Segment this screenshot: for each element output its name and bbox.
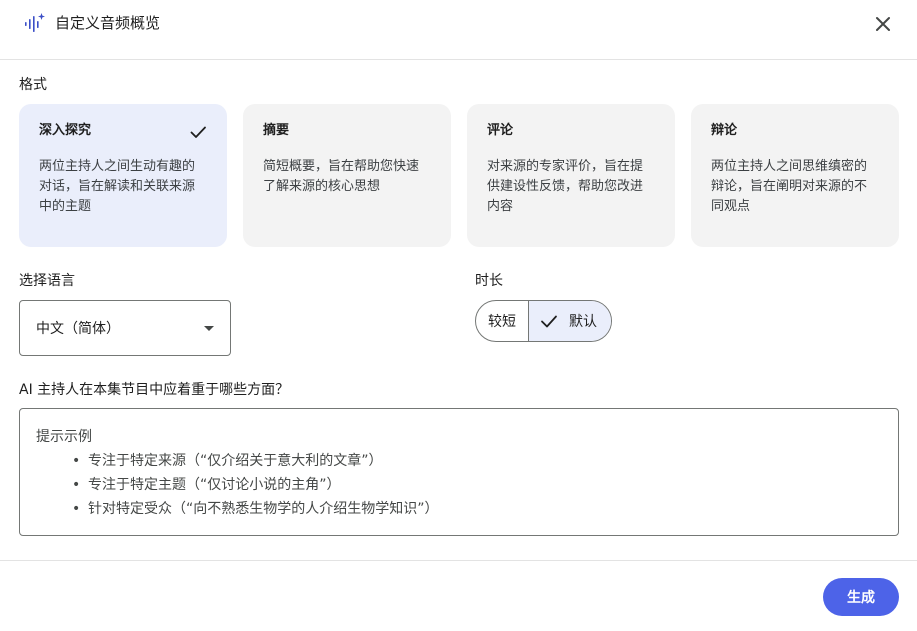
card-description: 对来源的专家评价，旨在提供建设性反馈，帮助您改进内容 [487, 159, 644, 214]
generate-button[interactable]: 生成 [823, 578, 899, 616]
hint-item: 专注于特定来源（“仅介绍关于意大利的文章”） [72, 449, 882, 473]
format-card-critique[interactable]: 评论 对来源的专家评价，旨在提供建设性反馈，帮助您改进内容 [467, 104, 675, 247]
language-select[interactable]: 中文（简体） [19, 300, 231, 356]
length-label: 时长 [475, 273, 503, 289]
check-icon [190, 126, 206, 138]
hint-item: 针对特定受众（“向不熟悉生物学的人介绍生物学知识”） [72, 497, 882, 521]
card-title: 深入探究 [39, 123, 92, 138]
card-description: 两位主持人之间思维缜密的辩论，旨在阐明对来源的不同观点 [711, 159, 868, 214]
dropdown-arrow-icon [204, 325, 214, 331]
length-segmented-control: 较短 默认 [475, 300, 612, 342]
format-label: 格式 [19, 77, 47, 93]
format-card-summary[interactable]: 摘要 简短概要，旨在帮助您快速了解来源的核心思想 [243, 104, 451, 247]
footer-divider [0, 560, 917, 561]
card-description: 简短概要，旨在帮助您快速了解来源的核心思想 [263, 159, 420, 194]
focus-label: AI 主持人在本集节目中应着重于哪些方面？ [19, 382, 290, 398]
dialog-header: 自定义音频概览 [0, 0, 917, 60]
card-description: 两位主持人之间生动有趣的对话，旨在解读和关联来源中的主题 [39, 159, 196, 214]
hint-title: 提示示例 [36, 429, 92, 445]
focus-textarea[interactable]: 提示示例 专注于特定来源（“仅介绍关于意大利的文章”） 专注于特定主题（“仅讨论… [19, 408, 899, 536]
hint-item: 专注于特定主题（“仅讨论小说的主角”） [72, 473, 882, 497]
length-option-short[interactable]: 较短 [476, 301, 529, 341]
audio-sparkle-icon [25, 13, 45, 32]
card-title: 摘要 [263, 123, 290, 138]
hint-list: 专注于特定来源（“仅介绍关于意大利的文章”） 专注于特定主题（“仅讨论小说的主角… [72, 449, 882, 521]
close-icon[interactable] [870, 11, 896, 37]
format-card-debate[interactable]: 辩论 两位主持人之间思维缜密的辩论，旨在阐明对来源的不同观点 [691, 104, 899, 247]
card-title: 评论 [487, 123, 514, 138]
card-title: 辩论 [711, 123, 738, 138]
check-icon [541, 315, 557, 328]
length-option-default-label: 默认 [569, 314, 597, 330]
language-value: 中文（简体） [36, 321, 120, 337]
dialog-title: 自定义音频概览 [55, 14, 161, 32]
language-label: 选择语言 [19, 273, 75, 289]
format-card-deep-dive[interactable]: 深入探究 两位主持人之间生动有趣的对话，旨在解读和关联来源中的主题 [19, 104, 227, 247]
length-option-default[interactable]: 默认 [529, 301, 611, 341]
